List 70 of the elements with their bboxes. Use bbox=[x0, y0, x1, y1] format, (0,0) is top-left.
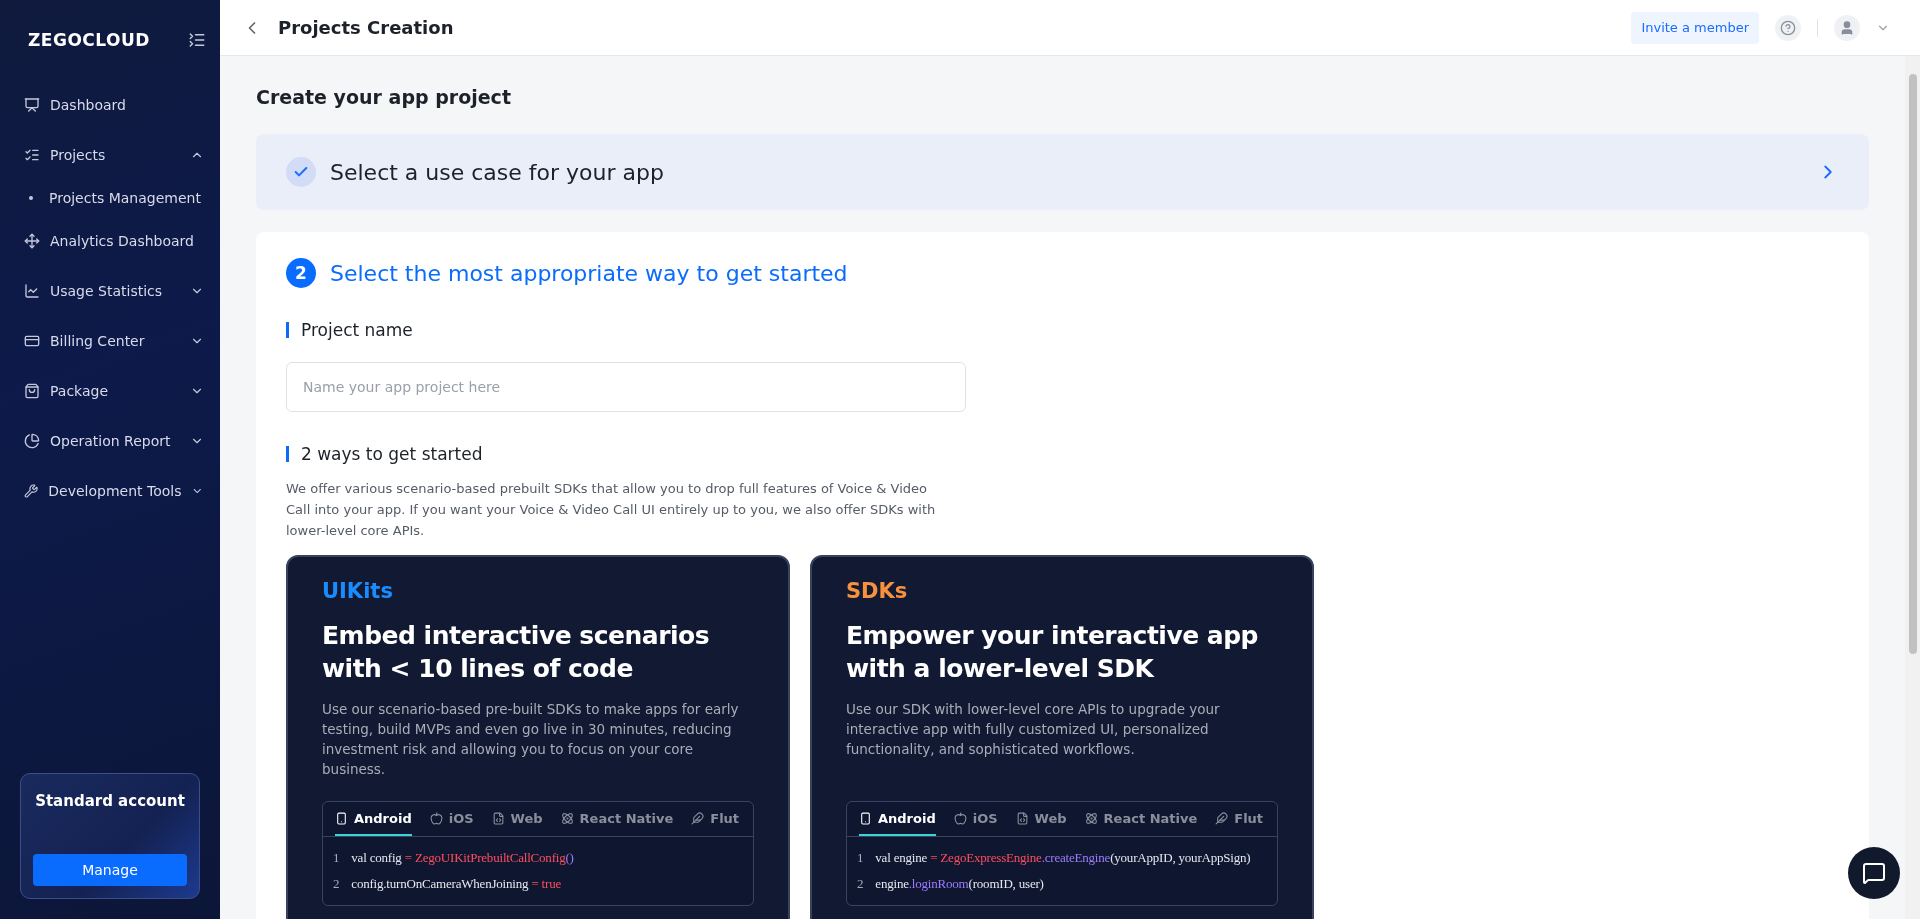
sidebar-item[interactable]: Analytics Dashboard bbox=[0, 216, 220, 266]
sidebar-item[interactable]: Usage Statistics bbox=[0, 266, 220, 316]
step-title: Select a use case for your app bbox=[330, 159, 665, 185]
feather-icon bbox=[691, 811, 705, 825]
platform-tab[interactable]: Android bbox=[859, 802, 936, 836]
avatar-icon[interactable] bbox=[1834, 14, 1860, 41]
apple-icon bbox=[429, 811, 443, 825]
collapse-sidebar-icon[interactable] bbox=[188, 31, 206, 49]
line-number: 2 bbox=[857, 876, 864, 892]
code-line: val config = ZegoUIKitPrebuiltCallConfig() bbox=[351, 850, 574, 866]
logo: ZEGOCLOUD bbox=[28, 30, 150, 50]
card-icon bbox=[24, 333, 40, 349]
card-description: Use our scenario-based pre-built SDKs to make apps for early testing, build MVPs and even go live in 30 minutes, reducing investment risk and allowing you to focus on your core business. bbox=[322, 700, 740, 779]
line-number: 2 bbox=[333, 876, 340, 892]
card-heading: Empower your interactive app with a lower-level SDK bbox=[846, 620, 1259, 685]
apple-icon bbox=[953, 811, 967, 825]
chat-icon bbox=[1862, 861, 1886, 885]
pie-chart-icon bbox=[24, 433, 40, 449]
step-header[interactable]: Select a use case for your app bbox=[256, 134, 1869, 210]
line-chart-icon bbox=[24, 283, 40, 299]
step-title: Select the most appropriate way to get started bbox=[330, 260, 848, 286]
phone-icon bbox=[335, 811, 348, 825]
card-tag: UIKits bbox=[322, 579, 754, 603]
platform-tab[interactable]: Web bbox=[491, 802, 543, 836]
platform-tab[interactable]: React Native bbox=[560, 802, 674, 836]
section-label: 2 ways to get started bbox=[301, 444, 483, 464]
sidebar-item[interactable]: Development Tools bbox=[0, 466, 220, 516]
platform-tab[interactable]: iOS bbox=[953, 802, 998, 836]
line-number: 1 bbox=[857, 850, 864, 866]
feather-icon bbox=[1215, 811, 1229, 825]
card-description: Use our SDK with lower-level core APIs to upgrade your interactive app with fully customized UI, personalized functionality, and sophisticated workflows. bbox=[846, 700, 1221, 759]
page-title: Create your app project bbox=[256, 86, 512, 108]
code-file-icon bbox=[491, 811, 505, 825]
invite-button[interactable]: Invite a member bbox=[1631, 11, 1759, 44]
atom-icon bbox=[560, 811, 574, 825]
description: We offer various scenario-based prebuilt SDKs that allow you to drop full features of Voice & Video Call into your app. If you want your Voice & Video Call UI entirely up to you, we also offer SDKs with lower-level core APIs. bbox=[286, 480, 937, 540]
platform-tab[interactable]: Flut bbox=[691, 802, 740, 836]
code-line: engine.loginRoom(roomID, user) bbox=[875, 876, 1044, 892]
manage-button[interactable]: Manage bbox=[33, 854, 187, 886]
code-file-icon bbox=[1015, 811, 1029, 825]
code-line: val engine = ZegoExpressEngine.createEngine(yourAppID, yourAppSign) bbox=[875, 850, 1251, 866]
card-tag: SDKs bbox=[846, 579, 1278, 603]
platform-tab[interactable]: React Native bbox=[1084, 802, 1198, 836]
four-arrows-icon bbox=[24, 233, 40, 249]
sidebar-item[interactable]: Billing Center bbox=[0, 316, 220, 366]
bag-icon bbox=[24, 383, 40, 399]
sidebar-subitem[interactable]: Projects Management bbox=[0, 180, 220, 216]
wrench-icon bbox=[24, 483, 39, 499]
page-header-title: Projects Creation bbox=[278, 17, 455, 38]
sidebar-item[interactable]: Package bbox=[0, 366, 220, 416]
phone-icon bbox=[859, 811, 872, 825]
platform-tab[interactable]: Flut bbox=[1215, 802, 1264, 836]
monitor-icon bbox=[24, 97, 40, 113]
card-heading: Embed interactive scenarios with < 10 lines of code bbox=[322, 620, 711, 685]
help-icon[interactable] bbox=[1775, 14, 1801, 41]
account-title: Standard account bbox=[35, 792, 185, 810]
platform-tab[interactable]: Android bbox=[335, 802, 412, 836]
sidebar-item[interactable]: Dashboard bbox=[0, 80, 220, 130]
line-number: 1 bbox=[333, 850, 340, 866]
platform-tab[interactable]: Web bbox=[1015, 802, 1067, 836]
project-name-field[interactable]: Name your app project here bbox=[286, 362, 966, 412]
sidebar-item[interactable]: Projects bbox=[0, 130, 220, 180]
section-label: Project name bbox=[301, 320, 413, 340]
platform-tab[interactable]: iOS bbox=[429, 802, 474, 836]
code-line: config.turnOnCameraWhenJoining = true bbox=[351, 876, 561, 892]
scrollbar-thumb[interactable] bbox=[1908, 74, 1917, 654]
step-number: 2 bbox=[286, 258, 316, 288]
sidebar-item[interactable]: Operation Report bbox=[0, 416, 220, 466]
checklist-icon bbox=[24, 147, 40, 163]
atom-icon bbox=[1084, 811, 1098, 825]
